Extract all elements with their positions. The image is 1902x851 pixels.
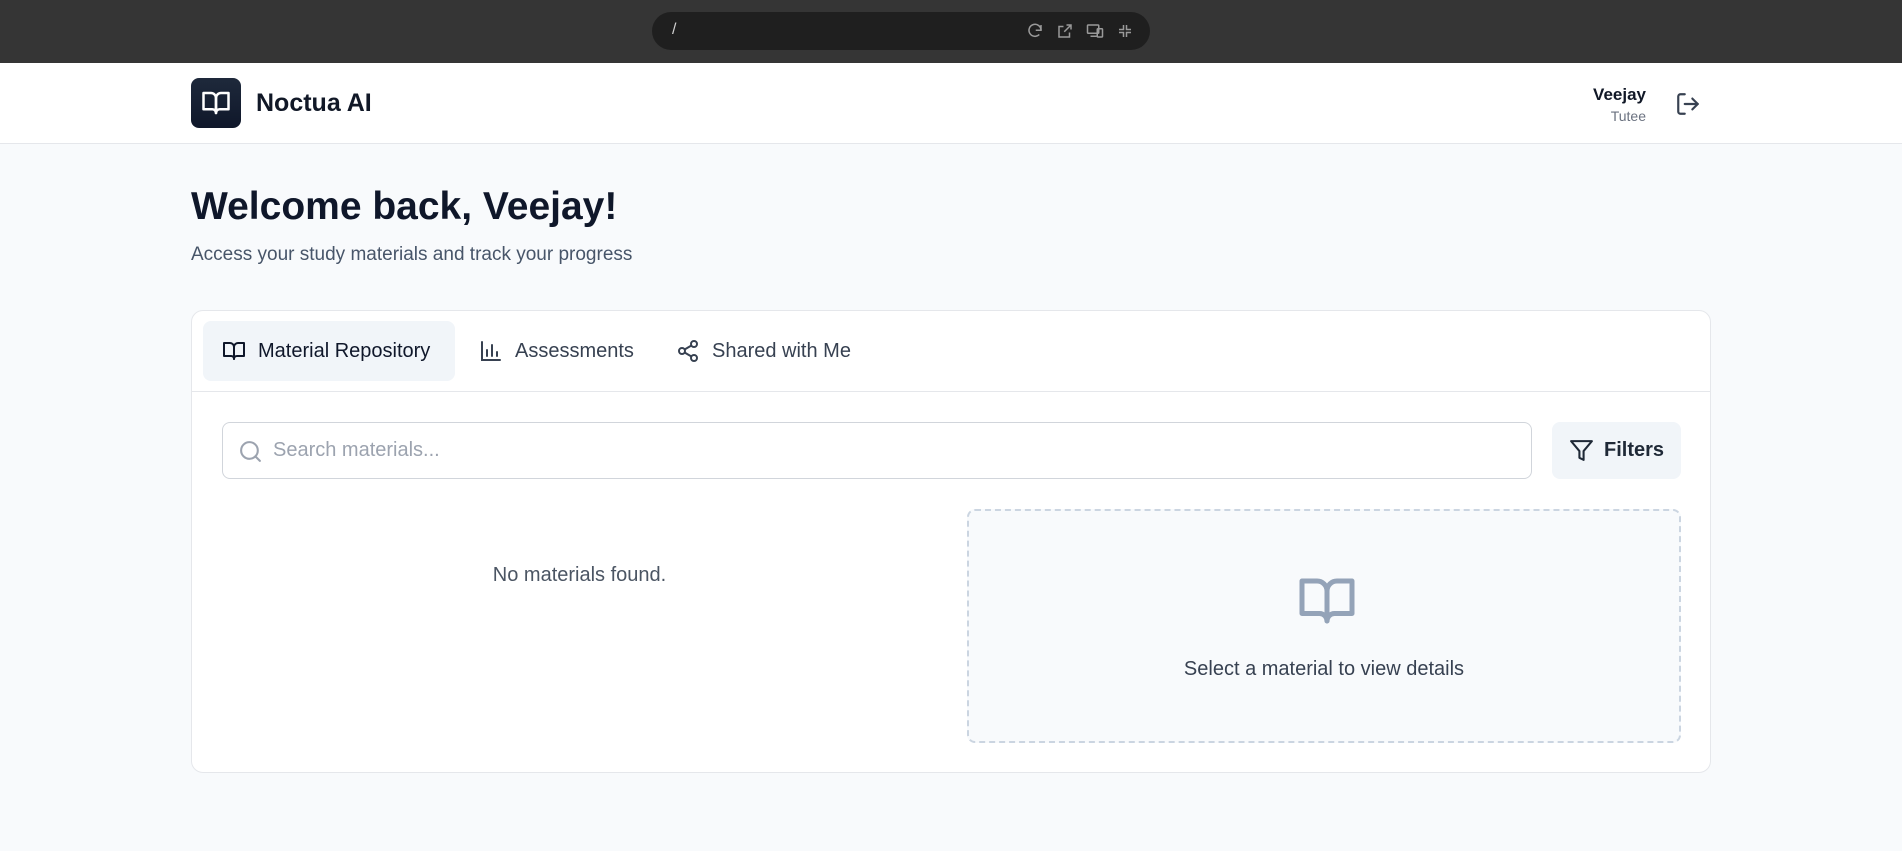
address-bar-actions xyxy=(1026,22,1136,40)
user-info: Veejay Tutee xyxy=(1593,85,1646,124)
tab-shared-with-me[interactable]: Shared with Me xyxy=(657,321,870,381)
address-bar[interactable]: / xyxy=(652,12,1150,50)
material-details-panel: Select a material to view details xyxy=(967,509,1681,743)
app-header: Noctua AI Veejay Tutee xyxy=(0,63,1902,144)
browser-toolbar: / xyxy=(0,0,1902,63)
book-open-icon xyxy=(1299,578,1355,624)
share-icon xyxy=(678,340,698,362)
address-bar-url: / xyxy=(672,21,677,38)
book-open-icon xyxy=(202,91,230,115)
search-box[interactable] xyxy=(222,422,1532,479)
page-subtitle: Access your study materials and track yo… xyxy=(191,244,633,265)
tab-label: Material Repository xyxy=(258,339,431,362)
bar-chart-icon xyxy=(481,341,501,361)
filter-icon xyxy=(1570,440,1593,461)
tab-label: Shared with Me xyxy=(712,339,851,362)
book-open-icon xyxy=(223,342,245,360)
search-icon xyxy=(240,441,261,462)
user-name: Veejay xyxy=(1593,85,1646,104)
tab-material-repository[interactable]: Material Repository xyxy=(203,321,455,381)
logout-button[interactable] xyxy=(1674,90,1702,118)
tab-bar: Material Repository Assessments Shared w… xyxy=(192,311,1710,392)
content-card: Material Repository Assessments Shared w… xyxy=(191,310,1711,773)
materials-list: No materials found. xyxy=(222,509,937,659)
devices-icon[interactable] xyxy=(1086,22,1106,40)
brand-name: Noctua AI xyxy=(256,89,372,117)
logout-icon xyxy=(1677,93,1699,115)
page-title: Welcome back, Veejay! xyxy=(191,185,618,228)
reload-icon[interactable] xyxy=(1026,22,1046,40)
user-role: Tutee xyxy=(1610,108,1646,124)
search-input[interactable] xyxy=(273,423,1523,478)
app-logo[interactable] xyxy=(191,78,241,128)
tab-label: Assessments xyxy=(515,339,634,362)
minimize-icon[interactable] xyxy=(1116,22,1136,40)
filters-button[interactable]: Filters xyxy=(1552,422,1681,479)
filters-label: Filters xyxy=(1603,439,1665,461)
details-placeholder: Select a material to view details xyxy=(1183,658,1465,680)
open-external-icon[interactable] xyxy=(1056,22,1076,40)
tab-assessments[interactable]: Assessments xyxy=(460,321,653,381)
empty-state-message: No materials found. xyxy=(492,564,667,586)
